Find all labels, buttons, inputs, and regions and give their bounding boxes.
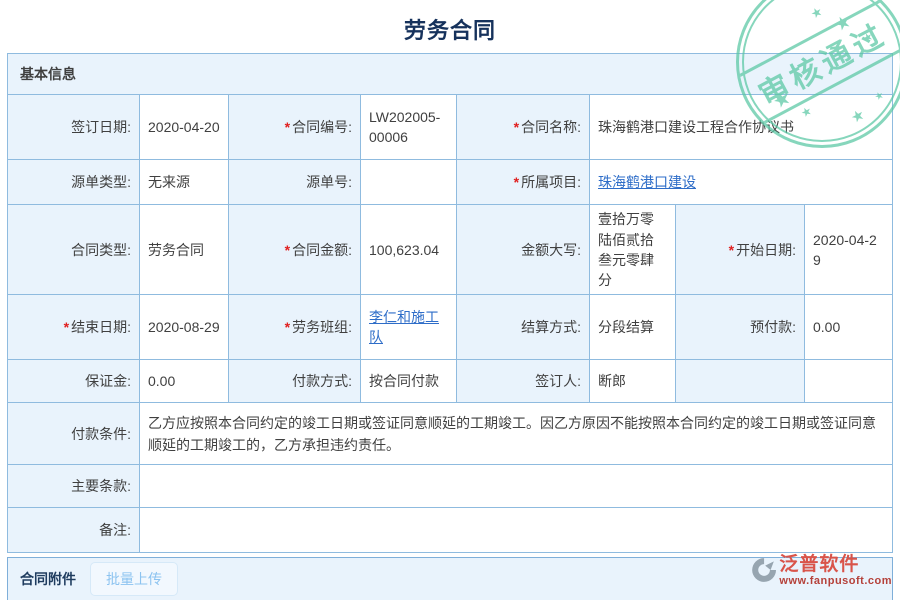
field-value-signer: 断郎 [590,360,676,403]
field-value-labor-team: 李仁和施工队 [361,295,457,360]
field-value-amount-caps: 壹拾万零陆佰贰拾叁元零肆分 [590,205,676,295]
field-value-advance: 0.00 [805,295,893,360]
project-link[interactable]: 珠海鹤港口建设 [598,174,696,190]
field-label-contract-name: *合同名称: [457,95,590,160]
field-label-pay-method: 付款方式: [229,360,361,403]
labor-team-link[interactable]: 李仁和施工队 [369,309,439,345]
field-value-remark [140,508,893,553]
empty-cell [676,360,805,403]
table-row: *结束日期: 2020-08-29 *劳务班组: 李仁和施工队 结算方式: 分段… [8,295,893,360]
vendor-name: 泛普软件 [779,555,892,575]
field-value-end-date: 2020-08-29 [140,295,229,360]
vendor-logo: 泛普软件 www.fanpusoft.com [750,555,892,587]
field-label-project: *所属项目: [457,160,590,205]
fanpu-logo-icon [750,557,776,583]
section-header-basic-info: 基本信息 [8,54,893,95]
field-label-remark: 备注: [8,508,140,553]
field-label-settle-method: 结算方式: [457,295,590,360]
table-row: 保证金: 0.00 付款方式: 按合同付款 签订人: 断郎 [8,360,893,403]
field-label-start-date: *开始日期: [676,205,805,295]
table-row: 主要条款: [8,465,893,508]
field-value-pay-terms: 乙方应按照本合同约定的竣工日期或签证同意顺延的工期竣工。因乙方原因不能按照本合同… [140,403,893,465]
table-row: 签订日期: 2020-04-20 *合同编号: LW202005-00006 *… [8,95,893,160]
field-label-pay-terms: 付款条件: [8,403,140,465]
required-mark: * [64,319,69,335]
attachment-title: 合同附件 [20,569,76,589]
field-label-amount-caps: 金额大写: [457,205,590,295]
field-label-amount: *合同金额: [229,205,361,295]
field-value-deposit: 0.00 [140,360,229,403]
table-row: 备注: [8,508,893,553]
table-row: 合同类型: 劳务合同 *合同金额: 100,623.04 金额大写: 壹拾万零陆… [8,205,893,295]
field-label-source-no: 源单号: [229,160,361,205]
field-label-main-terms: 主要条款: [8,465,140,508]
table-row: 付款条件: 乙方应按照本合同约定的竣工日期或签证同意顺延的工期竣工。因乙方原因不… [8,403,893,465]
field-value-source-no [361,160,457,205]
field-value-amount: 100,623.04 [361,205,457,295]
field-label-contract-type: 合同类型: [8,205,140,295]
required-mark: * [729,242,734,258]
field-label-signer: 签订人: [457,360,590,403]
field-value-contract-name: 珠海鹤港口建设工程合作协议书 [590,95,893,160]
field-value-source-type: 无来源 [140,160,229,205]
page-title: 劳务合同 [0,0,900,45]
field-label-end-date: *结束日期: [8,295,140,360]
field-value-sign-date: 2020-04-20 [140,95,229,160]
table-row: 源单类型: 无来源 源单号: *所属项目: 珠海鹤港口建设 [8,160,893,205]
required-mark: * [285,319,290,335]
basic-info-table: 基本信息 签订日期: 2020-04-20 *合同编号: LW202005-00… [7,53,893,553]
field-value-project: 珠海鹤港口建设 [590,160,893,205]
field-label-labor-team: *劳务班组: [229,295,361,360]
empty-cell [805,360,893,403]
field-value-contract-no: LW202005-00006 [361,95,457,160]
field-label-deposit: 保证金: [8,360,140,403]
field-value-main-terms [140,465,893,508]
field-value-pay-method: 按合同付款 [361,360,457,403]
required-mark: * [514,174,519,190]
required-mark: * [285,119,290,135]
required-mark: * [285,242,290,258]
field-label-advance: 预付款: [676,295,805,360]
field-value-contract-type: 劳务合同 [140,205,229,295]
required-mark: * [514,119,519,135]
field-label-source-type: 源单类型: [8,160,140,205]
batch-upload-button[interactable]: 批量上传 [90,562,178,596]
field-value-start-date: 2020-04-29 [805,205,893,295]
field-label-contract-no: *合同编号: [229,95,361,160]
field-value-settle-method: 分段结算 [590,295,676,360]
vendor-url: www.fanpusoft.com [779,575,892,587]
field-label-sign-date: 签订日期: [8,95,140,160]
